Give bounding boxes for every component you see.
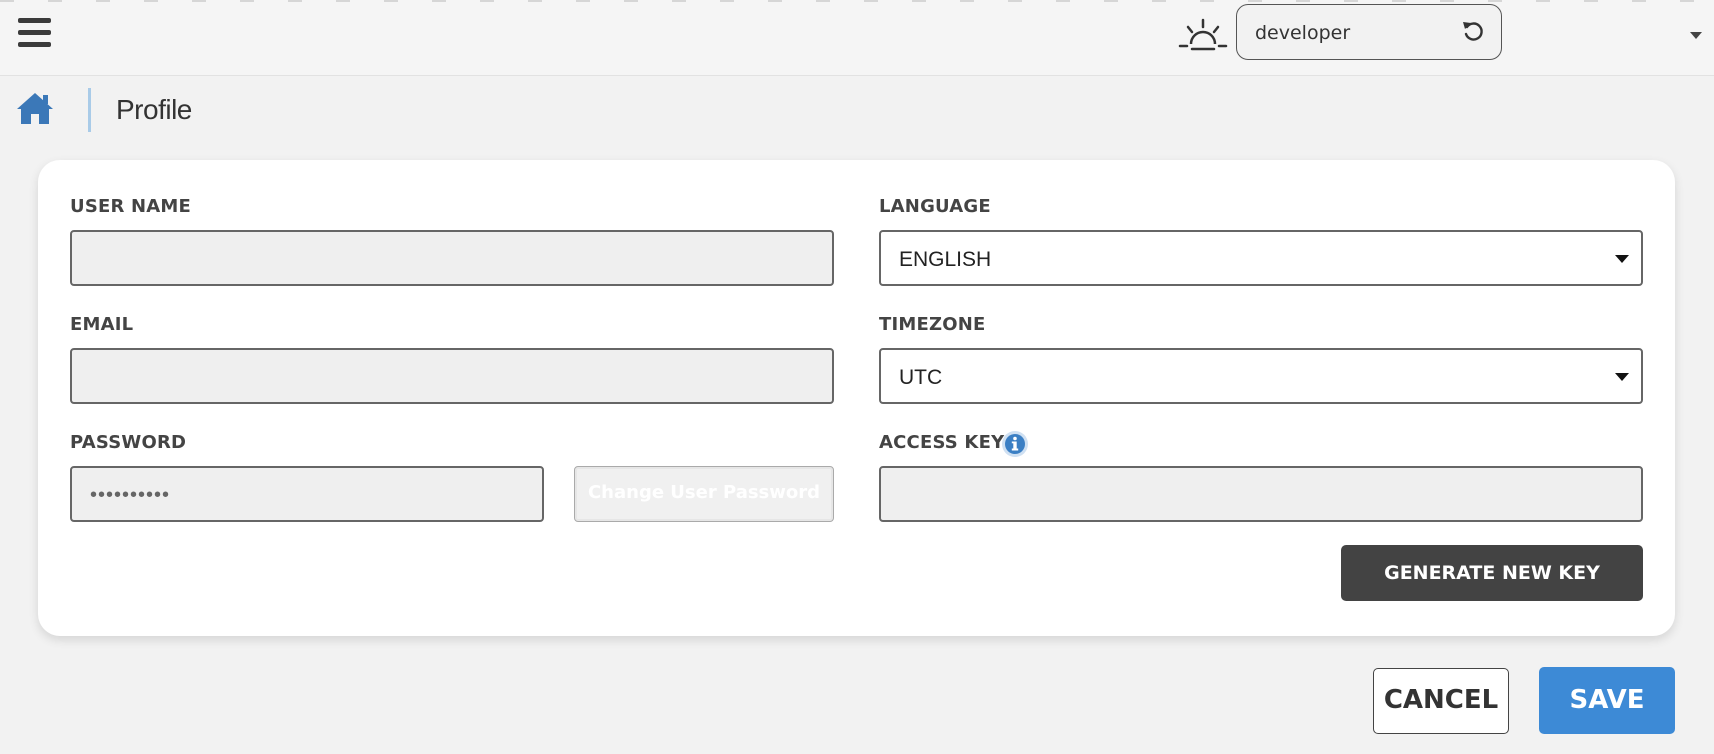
username-field[interactable]	[70, 230, 834, 286]
page-title: Profile	[116, 94, 192, 125]
info-icon[interactable]	[1001, 430, 1029, 458]
environment-selector[interactable]: developer	[1236, 4, 1502, 60]
environment-label: developer	[1255, 22, 1351, 44]
refresh-icon[interactable]	[1461, 19, 1485, 43]
access-key-label: ACCESS KEY	[879, 432, 1005, 453]
save-button[interactable]: SAVE	[1539, 667, 1675, 734]
language-label: LANGUAGE	[879, 196, 991, 217]
timezone-value: UTC	[899, 366, 943, 389]
password-field[interactable]: ••••••••••	[70, 466, 544, 522]
caret-down-icon[interactable]	[1690, 32, 1702, 39]
language-select[interactable]: ENGLISH	[879, 230, 1643, 286]
sunrise-icon[interactable]	[1178, 18, 1228, 52]
top-bar: developer	[0, 0, 1714, 76]
password-label: PASSWORD	[70, 432, 187, 453]
access-key-field[interactable]	[879, 466, 1643, 522]
username-label: USER NAME	[70, 196, 192, 217]
generate-new-key-button[interactable]: GENERATE NEW KEY	[1341, 545, 1643, 601]
language-value: ENGLISH	[899, 248, 992, 271]
timezone-select[interactable]: UTC	[879, 348, 1643, 404]
home-icon[interactable]	[15, 90, 55, 126]
chevron-down-icon	[1615, 373, 1629, 381]
cancel-button[interactable]: CANCEL	[1373, 668, 1509, 734]
email-field[interactable]	[70, 348, 834, 404]
chevron-down-icon	[1615, 255, 1629, 263]
breadcrumb-divider	[88, 88, 91, 132]
password-value: ••••••••••	[90, 484, 171, 506]
timezone-label: TIMEZONE	[879, 314, 986, 335]
hamburger-menu-icon[interactable]	[18, 16, 51, 48]
email-label: EMAIL	[70, 314, 134, 335]
change-password-button[interactable]: Change User Password	[574, 466, 834, 522]
